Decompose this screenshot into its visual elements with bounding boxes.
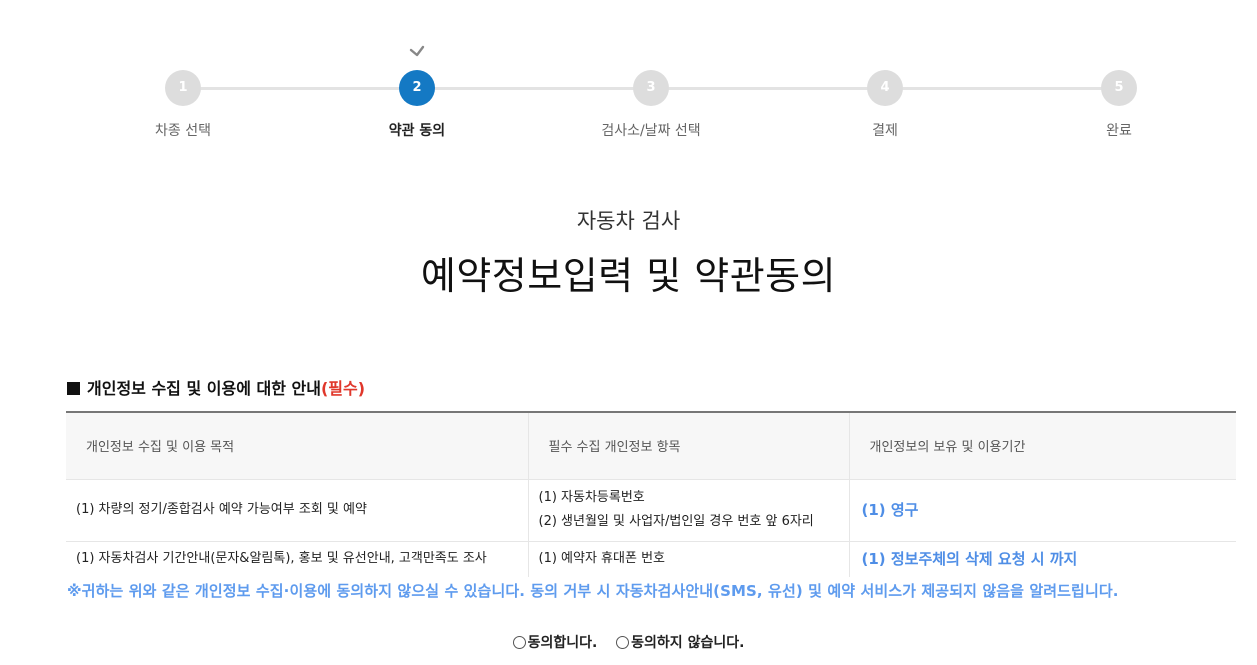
step-5-circle: 5 [1101,70,1137,106]
table-header-items: 필수 수집 개인정보 항목 [527,412,849,480]
page-subtitle: 자동차 검사 [576,209,681,233]
step-4: 4 결제 [805,70,965,140]
step-4-circle: 4 [867,70,903,106]
agree-option[interactable]: 동의합니다. [512,632,598,652]
row-2-items: (1) 예약자 휴대폰 번호 [527,541,849,577]
step-2-circle: 2 [399,70,435,106]
page-title-area: 자동차 검사 예약정보입력 및 약관동의 [0,205,1257,300]
agree-radio[interactable] [512,636,526,649]
disagree-label: 동의하지 않습니다. [631,635,745,651]
step-1-label: 차종 선택 [155,123,211,139]
consent-options: 동의합니다. 동의하지 않습니다. [0,632,1257,652]
section-heading-text: 개인정보 수집 및 이용에 대한 안내 [87,379,321,398]
step-1: 1 차종 선택 [103,70,263,140]
agree-label: 동의합니다. [527,635,598,651]
row-1-purpose: (1) 차량의 정기/종합검사 예약 가능여부 조회 및 예약 [66,479,528,542]
step-5: 5 완료 [1039,70,1199,140]
consent-notice: ※귀하는 위와 같은 개인정보 수집·이용에 동의하지 않으실 수 있습니다. … [67,582,1119,600]
privacy-info-table: 개인정보 수집 및 이용 목적 필수 수집 개인정보 항목 개인정보의 보유 및… [66,411,1236,577]
section-heading: 개인정보 수집 및 이용에 대한 안내(필수) [67,375,365,399]
table-row: (1) 자동차검사 기간안내(문자&알림톡), 홍보 및 유선안내, 고객만족도… [66,541,1236,577]
step-2: 2 약관 동의 [337,45,497,140]
disagree-radio[interactable] [616,636,630,649]
disagree-option[interactable]: 동의하지 않습니다. [616,632,744,652]
square-bullet-icon [67,382,80,395]
row-2-purpose: (1) 자동차검사 기간안내(문자&알림톡), 홍보 및 유선안내, 고객만족도… [76,551,487,567]
step-1-circle: 1 [165,70,201,106]
table-header-purpose: 개인정보 수집 및 이용 목적 [66,412,528,480]
progress-stepper: 1 차종 선택 2 약관 동의 3 검사소/날짜 선택 4 결제 5 완료 [0,0,1257,150]
required-label: (필수) [320,379,366,398]
step-3-label: 검사소/날짜 선택 [601,123,701,139]
step-5-label: 완료 [1106,123,1132,139]
row-1-items: (1) 자동차등록번호 (2) 생년월일 및 사업자/법인일 경우 번호 앞 6… [527,479,849,542]
table-header-period: 개인정보의 보유 및 이용기간 [848,412,1236,480]
step-4-label: 결제 [872,123,898,139]
table-row: (1) 차량의 정기/종합검사 예약 가능여부 조회 및 예약 (1) 자동차등… [66,479,1236,542]
row-2-period: (1) 정보주체의 삭제 요청 시 까지 [848,541,1236,577]
page-title: 예약정보입력 및 약관동의 [420,254,837,298]
row-1-item-1: (1) 자동차등록번호 [538,490,645,505]
row-1-item-2: (2) 생년월일 및 사업자/법인일 경우 번호 앞 6자리 [538,514,814,529]
table-header-row: 개인정보 수집 및 이용 목적 필수 수집 개인정보 항목 개인정보의 보유 및… [66,412,1236,480]
step-3-circle: 3 [633,70,669,106]
row-1-period: (1) 영구 [848,479,1236,542]
step-2-label: 약관 동의 [388,123,446,139]
row-2-item-1: (1) 예약자 휴대폰 번호 [538,551,666,567]
check-icon [409,45,425,57]
step-3: 3 검사소/날짜 선택 [571,70,731,140]
